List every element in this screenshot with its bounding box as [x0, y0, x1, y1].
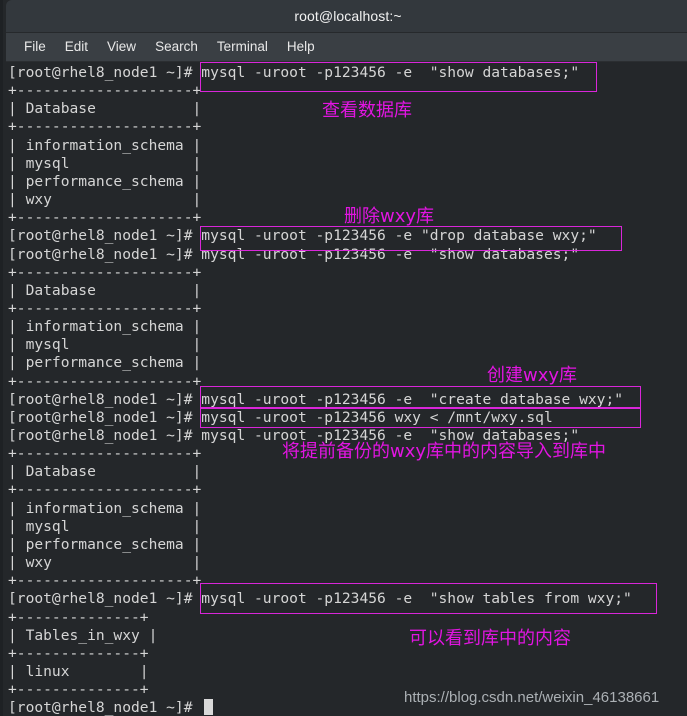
- terminal-line: | Tables_in_wxy |: [8, 626, 158, 644]
- menu-item-search[interactable]: Search: [146, 37, 207, 57]
- annotation-text: 可以看到库中的内容: [409, 628, 571, 649]
- terminal-line: [root@rhel8_node1 ~]# mysql -uroot -p123…: [8, 590, 632, 608]
- terminal-line: | wxy |: [8, 554, 202, 572]
- terminal-line: | mysql |: [8, 336, 202, 354]
- watermark-url: https://blog.csdn.net/weixin_46138661: [404, 689, 660, 706]
- terminal-line: +--------------------+: [8, 572, 202, 590]
- terminal-line: | Database |: [8, 463, 202, 481]
- terminal-line: +--------------------+: [8, 82, 202, 100]
- terminal-line: +--------------------+: [8, 481, 202, 499]
- annotation-text: 将提前备份的wxy库中的内容导入到库中: [282, 441, 607, 462]
- terminal-line: +--------------+: [8, 681, 149, 699]
- annotation-text: 查看数据库: [322, 100, 412, 121]
- terminal-line: | mysql |: [8, 154, 202, 172]
- terminal-line: +--------------+: [8, 608, 149, 626]
- terminal-line: +--------------+: [8, 644, 149, 662]
- terminal-line: | mysql |: [8, 517, 202, 535]
- annotation-text: 删除wxy库: [344, 206, 435, 227]
- terminal-line: [root@rhel8_node1 ~]# mysql -uroot -p123…: [8, 245, 580, 263]
- menu-item-view[interactable]: View: [98, 37, 145, 57]
- terminal-line: | Database |: [8, 281, 202, 299]
- title-bar[interactable]: root@localhost:~: [6, 0, 687, 33]
- menu-item-help[interactable]: Help: [278, 37, 324, 57]
- terminal-line: | performance_schema |: [8, 535, 202, 553]
- terminal-line: | information_schema |: [8, 318, 202, 336]
- terminal-line: | Database |: [8, 100, 202, 118]
- terminal-line: [root@rhel8_node1 ~]#: [8, 699, 202, 716]
- terminal-line: [root@rhel8_node1 ~]# mysql -uroot -p123…: [8, 390, 624, 408]
- terminal-line: +--------------------+: [8, 372, 202, 390]
- terminal-line: | wxy |: [8, 191, 202, 209]
- terminal-line: +--------------------+: [8, 118, 202, 136]
- terminal-line: | performance_schema |: [8, 354, 202, 372]
- terminal-output-area[interactable]: [root@rhel8_node1 ~]# mysql -uroot -p123…: [6, 62, 687, 716]
- terminal-line: +--------------------+: [8, 299, 202, 317]
- terminal-line: | information_schema |: [8, 136, 202, 154]
- terminal-line: +--------------------+: [8, 263, 202, 281]
- menu-item-terminal[interactable]: Terminal: [208, 37, 277, 57]
- terminal-cursor: [204, 699, 213, 715]
- terminal-line: +--------------------+: [8, 445, 202, 463]
- terminal-line: [root@rhel8_node1 ~]# mysql -uroot -p123…: [8, 227, 597, 245]
- terminal-window-screenshot: root@localhost:~ File Edit View Search T…: [0, 0, 687, 716]
- menu-item-edit[interactable]: Edit: [56, 37, 97, 57]
- terminal-line: +--------------------+: [8, 209, 202, 227]
- terminal-line: [root@rhel8_node1 ~]# mysql -uroot -p123…: [8, 64, 580, 81]
- terminal-line: | linux |: [8, 662, 149, 680]
- window-title: root@localhost:~: [294, 8, 402, 24]
- terminal-line: [root@rhel8_node1 ~]# mysql -uroot -p123…: [8, 408, 553, 426]
- terminal-line: | performance_schema |: [8, 172, 202, 190]
- menu-bar[interactable]: File Edit View Search Terminal Help: [6, 33, 687, 62]
- terminal-line: | information_schema |: [8, 499, 202, 517]
- annotation-text: 创建wxy库: [487, 365, 578, 386]
- menu-item-file[interactable]: File: [15, 37, 55, 57]
